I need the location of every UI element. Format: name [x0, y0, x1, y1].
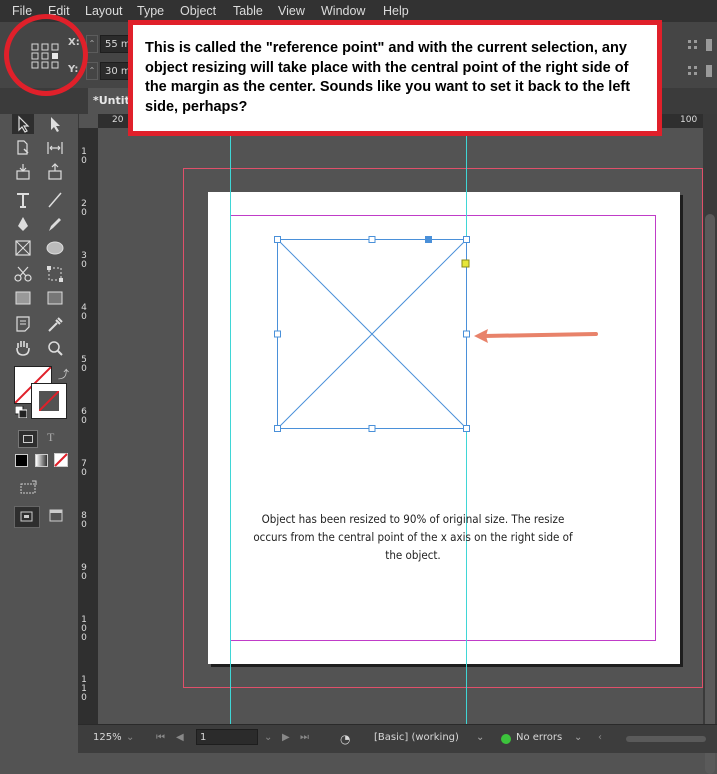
- align-icons[interactable]: [684, 36, 714, 82]
- previous-page-icon[interactable]: ◀: [176, 732, 184, 743]
- zoom-dropdown-icon[interactable]: ⌄: [126, 732, 134, 743]
- ruler-v-label: 9 0: [81, 563, 87, 582]
- page-text-frame[interactable]: Object has been resized to 90% of origin…: [248, 510, 578, 564]
- apply-none-icon[interactable]: [54, 453, 68, 467]
- free-transform-tool-icon[interactable]: [44, 264, 66, 284]
- preflight-status[interactable]: No errors: [516, 732, 562, 743]
- type-tool-icon[interactable]: [12, 190, 34, 210]
- horizontal-scroll-thumb[interactable]: [626, 736, 706, 742]
- vertical-ruler: 1 0 2 0 3 0 4 0 5 0 6 0 7 0 8 0 9 0 1 0 …: [78, 128, 98, 724]
- scroll-left-icon[interactable]: ‹: [598, 732, 602, 743]
- menu-type[interactable]: Type: [137, 4, 164, 18]
- formatting-container-icon[interactable]: [18, 430, 38, 448]
- vertical-scrollbar[interactable]: [703, 114, 717, 774]
- rectangle-frame-tool-icon[interactable]: [12, 238, 34, 258]
- gap-tool-icon[interactable]: [44, 138, 66, 158]
- ruler-v-label: 7 0: [81, 459, 87, 478]
- scroll-thumb[interactable]: [705, 214, 715, 774]
- annotation-callout: This is called the "reference point" and…: [128, 20, 662, 136]
- ruler-v-label: 1 0: [81, 147, 87, 166]
- gradient-swatch-tool-icon[interactable]: [12, 288, 34, 308]
- line-tool-icon[interactable]: [44, 190, 66, 210]
- ruler-v-label: 1 0 0: [81, 615, 87, 643]
- pasteboard[interactable]: Object has been resized to 90% of origin…: [98, 128, 703, 724]
- annotation-callout-text: This is called the "reference point" and…: [145, 40, 631, 115]
- ruler-guide-left[interactable]: [230, 128, 231, 724]
- page-dropdown-icon[interactable]: ⌄: [264, 732, 272, 743]
- menu-help[interactable]: Help: [383, 4, 409, 18]
- zoom-tool-icon[interactable]: [44, 338, 66, 358]
- ruler-v-label: 5 0: [81, 355, 87, 374]
- page-number-field[interactable]: 1: [196, 729, 258, 745]
- page-tool-icon[interactable]: [12, 138, 34, 158]
- eyedropper-tool-icon[interactable]: [44, 314, 66, 334]
- pen-tool-icon[interactable]: [12, 214, 34, 234]
- ruler-v-label: 2 0: [81, 199, 87, 218]
- open-document-icon[interactable]: ◔: [340, 732, 350, 746]
- document-tab[interactable]: *Untitled: [88, 88, 132, 114]
- gradient-feather-tool-icon[interactable]: [44, 288, 66, 308]
- preflight-dropdown-icon[interactable]: ⌄: [574, 732, 582, 743]
- last-page-icon[interactable]: ⏭: [300, 732, 309, 743]
- ruler-v-label: 1 1 0: [81, 675, 87, 703]
- tools-panel: ⤴ T: [0, 114, 79, 750]
- apply-gradient-icon[interactable]: [35, 454, 48, 467]
- normal-view-mode-icon[interactable]: [14, 506, 40, 528]
- scissors-tool-icon[interactable]: [12, 264, 34, 284]
- ruler-v-label: 3 0: [81, 251, 87, 270]
- screen-mode-icon[interactable]: [48, 508, 66, 524]
- stroke-swatch[interactable]: [31, 383, 67, 419]
- default-fill-stroke-icon[interactable]: [15, 406, 27, 418]
- direct-selection-tool-icon[interactable]: [44, 114, 66, 134]
- content-collector-icon[interactable]: [12, 162, 34, 182]
- menu-view[interactable]: View: [278, 4, 305, 18]
- gpu-preview-icon[interactable]: [20, 480, 38, 494]
- menu-bar: File Edit Layout Type Object Table View …: [0, 0, 717, 22]
- style-status[interactable]: [Basic] (working): [374, 732, 459, 743]
- ellipse-tool-icon[interactable]: [44, 238, 66, 258]
- menu-layout[interactable]: Layout: [85, 4, 123, 18]
- ruler-v-label: 8 0: [81, 511, 87, 530]
- ruler-v-label: 6 0: [81, 407, 87, 426]
- content-placer-icon[interactable]: [44, 162, 66, 182]
- selected-graphic-frame[interactable]: [270, 232, 475, 434]
- next-page-icon[interactable]: ▶: [282, 732, 290, 743]
- menu-window[interactable]: Window: [321, 4, 365, 18]
- formatting-text-icon[interactable]: T: [47, 430, 54, 445]
- reference-point-highlight-circle: [4, 14, 88, 96]
- first-page-icon[interactable]: ⏮: [156, 732, 165, 743]
- apply-color-icon[interactable]: [15, 454, 28, 467]
- style-dropdown-icon[interactable]: ⌄: [476, 732, 484, 743]
- swap-fill-stroke-icon[interactable]: ⤴: [58, 366, 69, 382]
- note-tool-icon[interactable]: [12, 314, 34, 334]
- status-bar: 125% ⌄ ⏮ ◀ 1 ⌄ ▶ ⏭ ◔ [Basic] (working) ⌄…: [78, 724, 717, 753]
- y-field[interactable]: 30 mm: [100, 62, 130, 80]
- x-field[interactable]: 55 mm: [100, 35, 130, 53]
- menu-object[interactable]: Object: [180, 4, 216, 18]
- y-stepper[interactable]: ⌃: [86, 62, 98, 80]
- selection-tool-icon[interactable]: [12, 114, 34, 134]
- pencil-tool-icon[interactable]: [44, 214, 66, 234]
- ruler-h-label: 100: [680, 115, 698, 125]
- ruler-h-label: 20: [112, 115, 124, 125]
- menu-table[interactable]: Table: [233, 4, 263, 18]
- menu-file[interactable]: File: [12, 4, 32, 18]
- annotation-arrow: [474, 329, 598, 343]
- hand-tool-icon[interactable]: [12, 338, 34, 358]
- zoom-level[interactable]: 125%: [93, 732, 122, 743]
- ruler-v-label: 4 0: [81, 303, 87, 322]
- preflight-status-icon: [501, 734, 511, 744]
